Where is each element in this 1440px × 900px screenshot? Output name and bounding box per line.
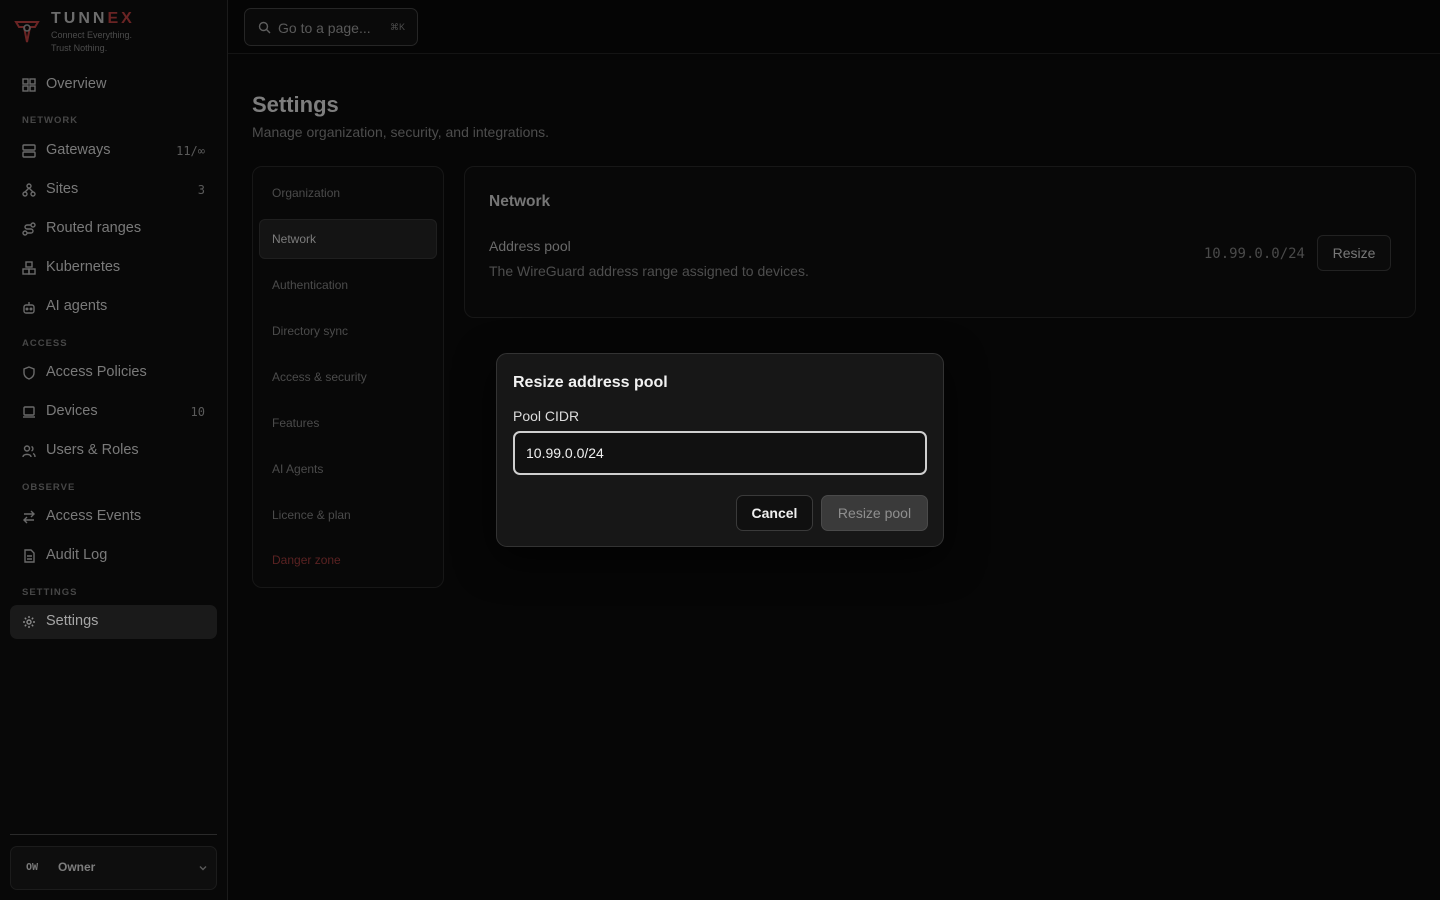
user-menu[interactable]: OW Owner	[10, 846, 217, 890]
brand[interactable]: TUNNEX Connect Everything. Trust Nothing…	[12, 8, 222, 54]
sidebar-item-label: Overview	[46, 76, 107, 92]
sidebar-item-overview[interactable]: Overview	[10, 68, 217, 102]
subnav-item-label: Access & security	[272, 370, 367, 384]
network-icon	[22, 183, 36, 197]
pool-cidr-input[interactable]	[513, 431, 927, 475]
tunnex-logo-icon	[14, 21, 40, 43]
sidebar: TUNNEX Connect Everything. Trust Nothing…	[0, 0, 228, 900]
sidebar-item-label: Access Events	[46, 508, 142, 524]
section-label-access: ACCESS	[22, 338, 68, 349]
brand-name: TUNNEX	[51, 10, 135, 27]
sidebar-item-label: Routed ranges	[46, 220, 142, 236]
page-subtitle: Manage organization, security, and integ…	[252, 124, 550, 140]
cancel-button[interactable]: Cancel	[736, 495, 813, 531]
settings-subnav: Organization Network Authentication Dire…	[252, 166, 444, 588]
grid-icon	[22, 78, 36, 92]
sidebar-item-kubernetes[interactable]: Kubernetes	[10, 251, 217, 285]
section-label-network: NETWORK	[22, 115, 79, 126]
count-badge: 11/∞	[176, 144, 205, 158]
subnav-item-label: AI Agents	[272, 462, 324, 476]
resize-pool-dialog: Resize address pool Pool CIDR Cancel Res…	[496, 353, 944, 547]
sidebar-item-gateways[interactable]: Gateways 11/∞	[10, 134, 217, 168]
subnav-item-label: Licence & plan	[272, 508, 351, 522]
sidebar-item-access-events[interactable]: Access Events	[10, 500, 217, 534]
subnav-item-features[interactable]: Features	[259, 403, 437, 443]
sidebar-item-audit-log[interactable]: Audit Log	[10, 539, 217, 573]
sidebar-item-ai-agents[interactable]: AI agents	[10, 290, 217, 324]
network-card: Network Address pool The WireGuard addre…	[464, 166, 1416, 318]
address-pool-value: 10.99.0.0/24	[1203, 246, 1305, 262]
sidebar-item-sites[interactable]: Sites 3	[10, 173, 217, 207]
server-icon	[22, 144, 36, 158]
laptop-icon	[23, 406, 35, 418]
subnav-item-organization[interactable]: Organization	[259, 173, 437, 213]
subnav-item-directory-sync[interactable]: Directory sync	[259, 311, 437, 351]
chevron-down-icon	[199, 866, 207, 871]
section-label-observe: OBSERVE	[22, 482, 76, 493]
sidebar-item-routed-ranges[interactable]: Routed ranges	[10, 212, 217, 246]
sidebar-item-label: Kubernetes	[46, 259, 121, 275]
sidebar-item-label: Access Policies	[46, 364, 147, 380]
address-pool-description: The WireGuard address range assigned to …	[489, 263, 809, 279]
shield-icon	[23, 366, 35, 380]
sidebar-item-label: Settings	[46, 613, 99, 629]
subnav-item-label: Authentication	[272, 278, 349, 292]
resize-pool-button[interactable]: Resize pool	[821, 495, 928, 531]
sidebar-item-label: Gateways	[46, 142, 111, 158]
subnav-item-label: Danger zone	[272, 553, 341, 567]
brand-tagline: Connect Everything. Trust Nothing.	[51, 30, 133, 53]
users-icon	[22, 445, 36, 458]
search-placeholder: Go to a page...	[278, 20, 371, 36]
sidebar-divider	[10, 834, 217, 835]
avatar: OW	[26, 862, 39, 873]
sidebar-item-users-roles[interactable]: Users & Roles	[10, 434, 217, 468]
sidebar-item-label: Users & Roles	[46, 442, 139, 458]
subnav-item-authentication[interactable]: Authentication	[259, 265, 437, 305]
subnav-item-licence-plan[interactable]: Licence & plan	[259, 495, 437, 535]
sidebar-item-access-policies[interactable]: Access Policies	[10, 356, 217, 390]
subnav-item-label: Directory sync	[272, 324, 349, 338]
subnav-item-danger-zone[interactable]: Danger zone	[259, 540, 437, 580]
file-icon	[24, 549, 35, 563]
pool-cidr-label: Pool CIDR	[513, 408, 580, 424]
gear-icon	[23, 616, 35, 628]
card-title: Network	[489, 193, 551, 210]
search-input[interactable]: Go to a page... ⌘K	[244, 8, 418, 46]
subnav-item-access-security[interactable]: Access & security	[259, 357, 437, 397]
subnav-item-label: Features	[272, 416, 320, 430]
user-role: Owner	[58, 860, 96, 874]
subnav-item-label: Network	[272, 232, 317, 246]
subnav-item-label: Organization	[272, 186, 341, 200]
sidebar-item-label: Audit Log	[46, 547, 108, 563]
section-label-settings: SETTINGS	[22, 587, 78, 598]
sidebar-item-settings[interactable]: Settings	[10, 605, 217, 639]
sidebar-item-label: AI agents	[46, 298, 108, 314]
subnav-item-network[interactable]: Network	[259, 219, 437, 259]
address-pool-label: Address pool	[489, 238, 571, 254]
route-icon	[22, 222, 36, 236]
sidebar-item-label: Sites	[46, 181, 79, 197]
boxes-icon	[22, 261, 36, 275]
count-badge: 3	[197, 183, 205, 197]
bot-icon	[23, 302, 35, 314]
sidebar-item-label: Devices	[46, 403, 98, 419]
topbar: Go to a page... ⌘K	[228, 0, 1440, 54]
arrows-icon	[23, 510, 35, 524]
dialog-title: Resize address pool	[513, 374, 668, 391]
count-badge: 10	[190, 405, 205, 419]
sidebar-item-devices[interactable]: Devices 10	[10, 395, 217, 429]
page-title: Settings	[252, 92, 339, 117]
search-icon	[258, 21, 271, 34]
shortcut-hint: ⌘K	[389, 22, 405, 32]
resize-button[interactable]: Resize	[1317, 235, 1391, 271]
subnav-item-ai-agents[interactable]: AI Agents	[259, 449, 437, 489]
